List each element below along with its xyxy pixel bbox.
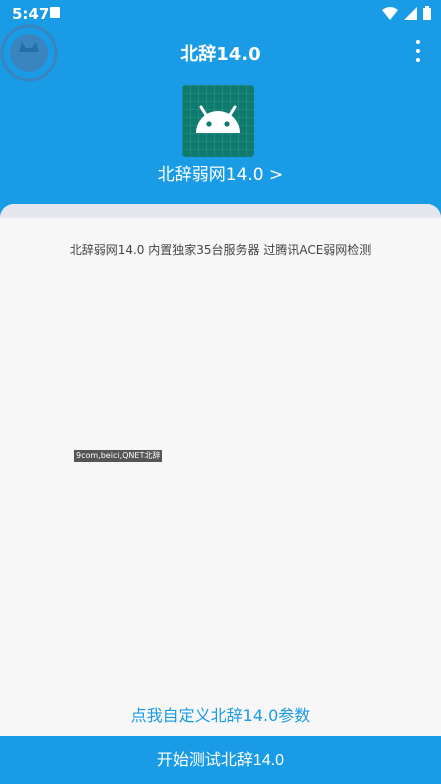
toolbar-title: 北辞14.0	[180, 44, 261, 65]
description-text: 北辞弱网14.0 内置独家35台服务器 过腾讯ACE弱网检测	[69, 243, 372, 257]
status-icons	[382, 6, 431, 20]
battery-icon	[423, 6, 431, 20]
menu-dot-icon	[416, 40, 420, 44]
overflow-menu-button[interactable]	[413, 40, 423, 62]
card-top-strip	[0, 204, 441, 218]
status-bar: 5:47	[0, 0, 441, 28]
status-time: 5:47	[12, 5, 50, 23]
menu-dot-icon	[416, 58, 420, 62]
tag-chip: 9com,beici,QNET北辞	[74, 450, 163, 462]
custom-params-link[interactable]: 点我自定义北辞14.0参数	[0, 702, 441, 726]
app-icon[interactable]	[182, 85, 254, 157]
content-card: 北辞弱网14.0 内置独家35台服务器 过腾讯ACE弱网检测 9com,beic…	[0, 204, 441, 736]
start-test-button[interactable]: 开始测试北辞14.0	[0, 736, 441, 783]
menu-dot-icon	[416, 49, 420, 53]
signal-icon	[404, 6, 417, 20]
wifi-icon	[382, 6, 398, 20]
android-icon	[182, 85, 254, 157]
app-name-link[interactable]: 北辞弱网14.0 >	[0, 160, 441, 185]
notification-icon	[50, 7, 60, 18]
header: 5:47 北辞14.0 北辞弱网14.0 >	[0, 0, 441, 230]
